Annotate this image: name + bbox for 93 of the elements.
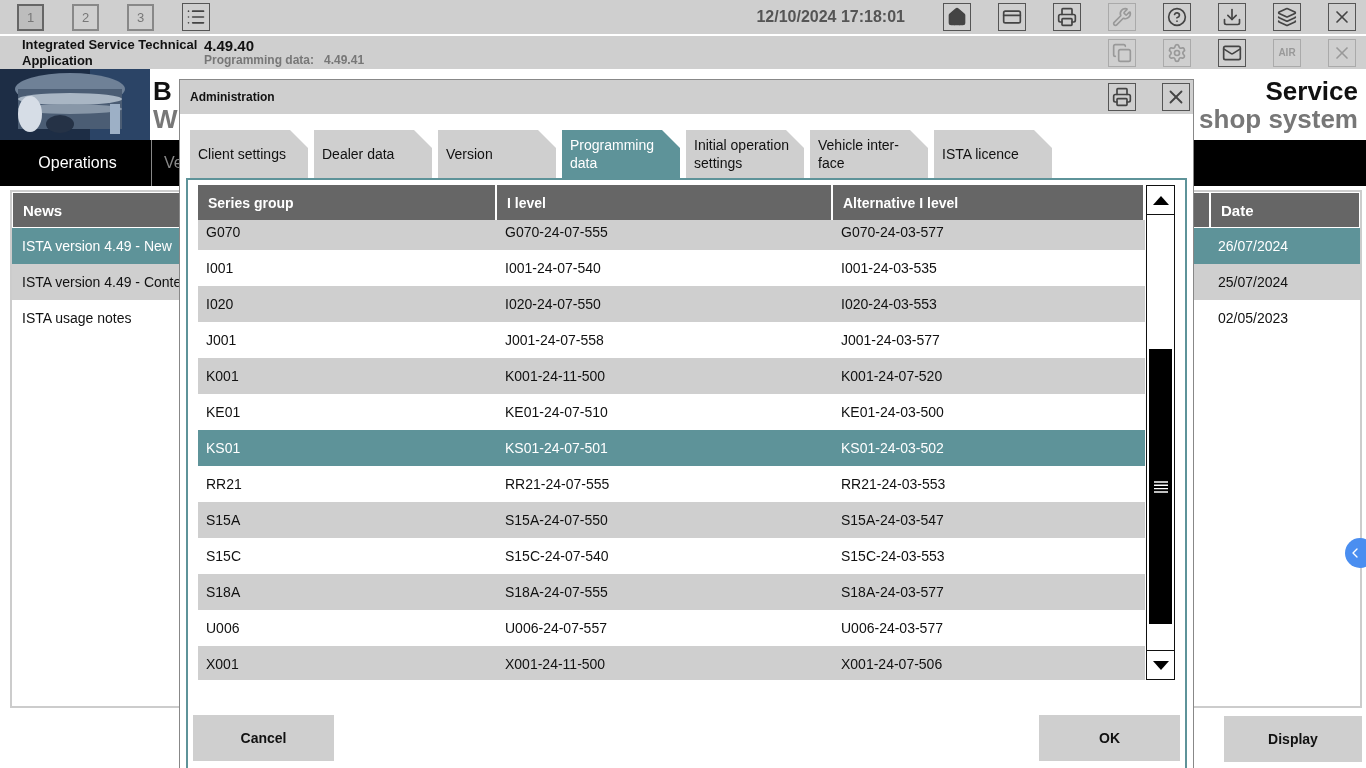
table-cell-text: I020 xyxy=(205,295,235,314)
table-cell-text: J001-24-03-577 xyxy=(840,331,941,350)
table-cell-text: I001 xyxy=(205,259,235,278)
table-cell-text: K001-24-07-520 xyxy=(840,367,944,386)
table-row[interactable]: G070 G070-24-07-555 G070-24-03-577 xyxy=(198,220,1145,250)
toolbar-button[interactable] xyxy=(1218,3,1246,31)
table-row[interactable]: I020 I020-24-07-550 I020-24-03-553 xyxy=(198,286,1145,322)
table-cell-text: S15A xyxy=(205,511,242,530)
table-cell-text: K001 xyxy=(205,367,240,386)
column-header: Series group xyxy=(198,185,497,220)
table-cell-text: U006 xyxy=(205,619,241,638)
header-title: B xyxy=(153,76,172,105)
toolbar-button[interactable] xyxy=(1163,3,1191,31)
ok-button[interactable]: OK xyxy=(1039,715,1180,761)
documents-icon xyxy=(1112,42,1132,63)
table-cell-text: RR21 xyxy=(205,475,243,494)
toolbar-button[interactable] xyxy=(1328,3,1356,31)
settings-tab[interactable]: Dealer data xyxy=(314,130,432,178)
settings-tab[interactable]: Initial operation settings xyxy=(686,130,804,178)
help-icon xyxy=(1167,7,1187,27)
table-row[interactable]: X001 X001-24-11-500 X001-24-07-506 xyxy=(198,646,1145,680)
header-title: Service xyxy=(1265,76,1358,105)
home-icon xyxy=(947,7,967,27)
table-cell-text: RR21-24-07-555 xyxy=(504,475,611,494)
table-cell-text: J001-24-07-558 xyxy=(504,331,605,350)
settings-tab[interactable]: Version xyxy=(438,130,556,178)
table-cell-text: S18A xyxy=(205,583,242,602)
table-cell-text: I020-24-03-553 xyxy=(840,295,938,314)
table-cell-text: KE01-24-07-510 xyxy=(504,403,609,422)
table-row[interactable]: S18A S18A-24-07-555 S18A-24-03-577 xyxy=(198,574,1145,610)
version: 4.49.40 xyxy=(204,37,256,53)
datetime: 12/10/2024 17:18:01 xyxy=(756,8,905,26)
table-cell-text: S15A-24-07-550 xyxy=(504,511,609,530)
header-subtitle: shop system xyxy=(1199,104,1358,133)
column-header: Alternative I level xyxy=(833,185,1145,220)
table-cell-text: KS01 xyxy=(205,439,242,458)
table-cell-text: S15A-24-03-547 xyxy=(840,511,945,530)
table-cell-text: S18A-24-07-555 xyxy=(504,583,609,602)
table-cell-text: J001 xyxy=(205,331,238,350)
table-cell-text: RR21-24-03-553 xyxy=(840,475,947,494)
table-cell-text: U006-24-03-577 xyxy=(840,619,944,638)
settings-tab[interactable]: ISTA licence xyxy=(934,130,1052,178)
app-name: Integrated Service Technical Application xyxy=(22,36,199,69)
up-arrow-icon[interactable] xyxy=(1152,195,1169,205)
dialog-title: Administration xyxy=(190,90,276,104)
column-header: Date xyxy=(1210,192,1360,228)
toolbar-button[interactable] xyxy=(943,3,971,31)
programming-data-version: 4.49.41 xyxy=(324,52,365,68)
table-cell-text: I020-24-07-550 xyxy=(504,295,602,314)
list-icon xyxy=(186,7,206,27)
close-button[interactable] xyxy=(1162,83,1190,111)
table-cell-text: KS01-24-03-502 xyxy=(840,439,945,458)
table-cell-text: KE01-24-03-500 xyxy=(840,403,945,422)
table-row[interactable]: K001 K001-24-11-500 K001-24-07-520 xyxy=(198,358,1145,394)
table-cell-text: KS01-24-07-501 xyxy=(504,439,609,458)
grip-icon xyxy=(1153,480,1168,493)
side-panel-toggle[interactable] xyxy=(1345,538,1366,568)
table-row[interactable]: S15A S15A-24-07-550 S15A-24-03-547 xyxy=(198,502,1145,538)
table-cell-text: U006-24-07-557 xyxy=(504,619,608,638)
table-cell-text: S15C-24-07-540 xyxy=(504,547,610,566)
header-subtitle: W xyxy=(153,104,178,133)
list-button[interactable] xyxy=(182,3,210,31)
tray-icon xyxy=(1222,7,1242,27)
table-cell-text: KE01 xyxy=(205,403,242,422)
scroll-thumb[interactable] xyxy=(1149,349,1172,624)
print-button[interactable] xyxy=(1108,83,1136,111)
programming-data-label: Programming data: xyxy=(204,52,314,68)
table-cell-text: K001-24-11-500 xyxy=(504,367,607,386)
table-cell-text: I001-24-03-535 xyxy=(840,259,938,278)
printer-icon xyxy=(1112,87,1132,107)
wrench-icon xyxy=(1112,7,1132,27)
settings-icon xyxy=(1167,42,1187,63)
table-cell-text: X001-24-11-500 xyxy=(504,655,607,674)
printer-icon xyxy=(1057,7,1077,27)
display-button[interactable]: Display xyxy=(1224,716,1362,762)
table-cell-text: S18A-24-03-577 xyxy=(840,583,945,602)
table-cell-text: I001-24-07-540 xyxy=(504,259,602,278)
settings-tab[interactable]: Client settings xyxy=(190,130,308,178)
toolbar-button[interactable] xyxy=(1053,3,1081,31)
scrollbar[interactable] xyxy=(1146,185,1175,680)
toolbar-button[interactable] xyxy=(1273,3,1301,31)
table-cell-text: S15C-24-03-553 xyxy=(840,547,946,566)
cancel-button[interactable]: Cancel xyxy=(193,715,334,761)
table-cell-text: S15C xyxy=(205,547,243,566)
down-arrow-icon[interactable] xyxy=(1152,660,1169,670)
table-cell-text: X001 xyxy=(205,655,240,674)
settings-tab[interactable]: Vehicle inter-face xyxy=(810,130,928,178)
column-header: I level xyxy=(497,185,833,220)
toolbar-button[interactable] xyxy=(1218,38,1246,67)
card-icon xyxy=(1002,7,1022,27)
toolbar-button[interactable] xyxy=(998,3,1026,31)
table-cell-text: X001-24-07-506 xyxy=(840,655,944,674)
news-date[interactable]: 25/07/2024 xyxy=(1210,264,1360,300)
